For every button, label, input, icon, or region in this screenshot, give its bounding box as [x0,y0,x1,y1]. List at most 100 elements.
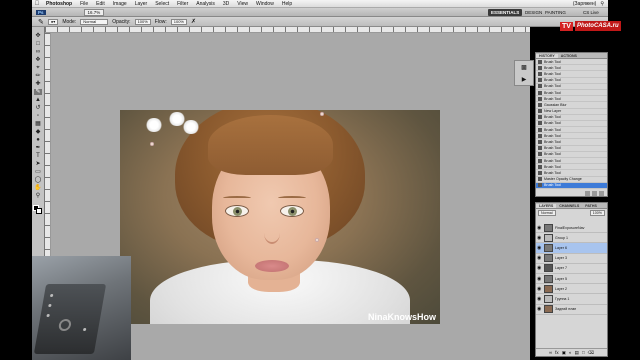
dodge-tool-icon[interactable]: ● [34,137,42,143]
layer-row[interactable]: ◉ Задний план [536,305,607,315]
quick-select-tool-icon[interactable]: ❖ [34,57,42,63]
workspace-essentials[interactable]: ESSENTIALS [488,9,523,16]
eye-icon[interactable]: ◉ [537,225,542,231]
mode-select[interactable]: Normal [80,18,109,25]
menu-file[interactable]: File [76,1,92,7]
layer-row-selected[interactable]: ◉ Layer 6 [536,243,607,254]
layer-row[interactable]: ◉ Layer 5 [536,274,607,285]
airbrush-icon[interactable]: ✗ [191,18,196,25]
link-icon[interactable]: ∞ [549,350,552,355]
clone-stamp-tool-icon[interactable]: ▲ [34,97,42,103]
menu-filter[interactable]: Filter [173,1,192,7]
new-document-icon[interactable] [592,190,597,196]
brush-icon [538,152,542,157]
actions-panel-icon[interactable]: ▶ [522,76,527,83]
layer-name: Group 1 [555,235,568,240]
history-item-current[interactable]: Brush Tool [536,182,607,189]
eraser-tool-icon[interactable]: ▫ [34,113,42,119]
snapshot-icon[interactable] [585,190,590,196]
eye-icon[interactable]: ◉ [537,245,542,251]
menubar-status: (Заряжен) ⚲ [573,1,608,7]
mask-icon[interactable]: ▣ [562,350,566,356]
menu-edit[interactable]: Edit [92,1,109,7]
layer-name: FinalExposureNav [555,225,585,230]
layer-row[interactable]: ◉ Группа 1 [536,294,607,305]
color-swatches[interactable] [33,205,43,215]
history-brush-tool-icon[interactable]: ↺ [34,105,42,111]
menu-layer[interactable]: Layer [131,1,152,7]
brush-tool-icon[interactable]: ✎ [38,18,44,26]
menu-photoshop[interactable]: Photoshop [42,1,76,7]
layer-options: Normal 100% [536,209,607,223]
crop-tool-icon[interactable]: ⌖ [34,65,42,71]
menu-analysis[interactable]: Analysis [192,1,219,7]
eye-icon[interactable]: ◉ [537,255,542,261]
layer-row[interactable]: ◉ Layer 3 [536,254,607,264]
3d-tool-icon[interactable]: ◯ [34,177,42,183]
history-item-label: Brush Tool [544,78,561,83]
history-panel-icon[interactable]: ▩ [521,64,527,71]
blend-mode-select[interactable]: Normal [538,210,556,216]
background-color[interactable] [36,208,42,214]
type-tool-icon[interactable]: T [34,153,42,159]
menu-help[interactable]: Help [278,1,296,7]
healing-tool-icon[interactable]: ✚ [34,81,42,87]
adjustment-icon[interactable]: ◐ [569,350,572,355]
menu-window[interactable]: Window [252,1,278,7]
marquee-tool-icon[interactable]: □ [34,41,42,47]
history-item-label: Brush Tool [544,183,561,188]
blur-tool-icon[interactable]: ◆ [34,129,42,135]
document-canvas[interactable]: NinaKnowsHow [120,110,440,324]
menu-view[interactable]: View [233,1,252,7]
brush-icon [538,78,542,83]
trash-icon[interactable]: ⌫ [588,350,594,356]
folder-icon [544,294,553,303]
tab-layers[interactable]: LAYERS [536,203,557,208]
layer-name: Задний план [555,307,577,312]
apple-icon[interactable]:  [32,1,42,7]
eye-icon[interactable]: ◉ [537,306,542,312]
folder-icon[interactable]: ▤ [575,350,579,356]
filter-icon [538,102,542,107]
move-tool-icon[interactable]: ✥ [34,33,42,39]
gradient-tool-icon[interactable]: ▦ [34,121,42,127]
cs-live-button[interactable]: CS Live [580,9,602,16]
flow-field[interactable]: 100% [170,18,187,25]
layer-row[interactable]: ◉ FinalExposureNav [536,223,607,234]
trash-icon[interactable] [599,190,604,196]
shape-tool-icon[interactable]: ▭ [34,169,42,175]
workspace-painting[interactable]: PAINTING [542,9,569,16]
layer-name: Layer 3 [555,256,567,261]
brush-tool-icon-selected[interactable]: ✎ [34,89,42,95]
menu-select[interactable]: Select [151,1,173,7]
lasso-tool-icon[interactable]: ∞ [34,49,42,55]
eye-icon[interactable]: ◉ [537,296,542,302]
tab-history[interactable]: HISTORY [536,53,558,58]
search-icon[interactable]: ⚲ [600,1,604,7]
fx-icon[interactable]: fx [555,350,559,355]
layer-row[interactable]: ◉ Group 1 [536,233,607,244]
tab-actions[interactable]: ACTIONS [558,54,580,58]
path-select-tool-icon[interactable]: ➤ [34,161,42,167]
zoom-select[interactable]: 16.7% [83,8,105,16]
layer-opacity-field[interactable]: 100% [589,210,605,216]
history-list[interactable]: Brush Tool Brush Tool Brush Tool Brush T… [536,59,607,189]
opacity-field[interactable]: 100% [134,18,151,25]
menu-image[interactable]: Image [109,1,131,7]
hand-tool-icon[interactable]: ✋ [34,185,42,191]
tab-channels[interactable]: CHANNELS [556,204,582,208]
zoom-tool-icon[interactable]: ⚲ [34,193,42,199]
eye-icon[interactable]: ◉ [537,265,542,271]
new-layer-icon[interactable]: □ [582,350,585,355]
layer-row[interactable]: ◉ Layer 2 [536,284,607,295]
options-bar: ✎ ●▾ Mode: Normal Opacity: 100% Flow: 10… [32,17,608,27]
brush-size-picker[interactable]: ●▾ [47,18,59,25]
tab-paths[interactable]: PATHS [582,204,600,208]
menu-3d[interactable]: 3D [219,1,233,7]
layer-row[interactable]: ◉ Layer 7 [536,264,607,274]
pen-tool-icon[interactable]: ✒ [34,145,42,151]
eyedropper-tool-icon[interactable]: ✏ [34,73,42,79]
eye-icon[interactable]: ◉ [537,276,542,282]
eye-icon[interactable]: ◉ [537,235,542,241]
eye-icon[interactable]: ◉ [537,286,542,292]
